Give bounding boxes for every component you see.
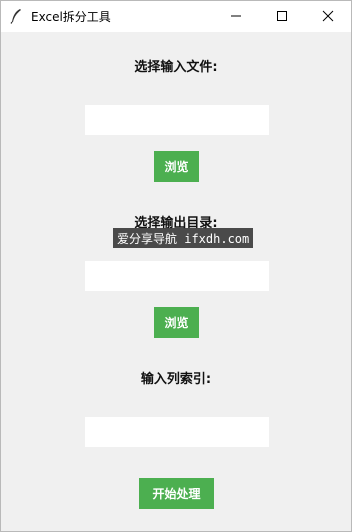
close-button[interactable] (305, 1, 351, 32)
column-index-field[interactable] (85, 417, 269, 447)
browse-input-button[interactable]: 浏览 (154, 151, 199, 182)
minimize-icon (230, 7, 242, 26)
form-area: 选择输入文件: 浏览 选择输出目录: 浏览 输入列索引: 开始处理 (1, 32, 351, 532)
input-file-field[interactable] (85, 105, 269, 135)
close-icon (322, 7, 334, 26)
input-file-label: 选择输入文件: (134, 60, 218, 75)
window-title: Excel拆分工具 (31, 10, 111, 24)
minimize-button[interactable] (213, 1, 259, 32)
output-dir-field[interactable] (85, 261, 269, 291)
feather-icon (9, 8, 23, 24)
title-bar[interactable]: Excel拆分工具 (1, 1, 351, 32)
app-window: Excel拆分工具 选择输入文件: 浏览 选择输出目录: 浏览 输入列索引: 开… (0, 0, 352, 532)
maximize-button[interactable] (259, 1, 305, 32)
column-index-label: 输入列索引: (140, 372, 212, 387)
browse-output-button[interactable]: 浏览 (154, 307, 199, 338)
maximize-icon (276, 7, 288, 26)
start-process-button[interactable]: 开始处理 (139, 478, 214, 509)
watermark-overlay: 爱分享导航 ifxdh.com (113, 228, 254, 248)
